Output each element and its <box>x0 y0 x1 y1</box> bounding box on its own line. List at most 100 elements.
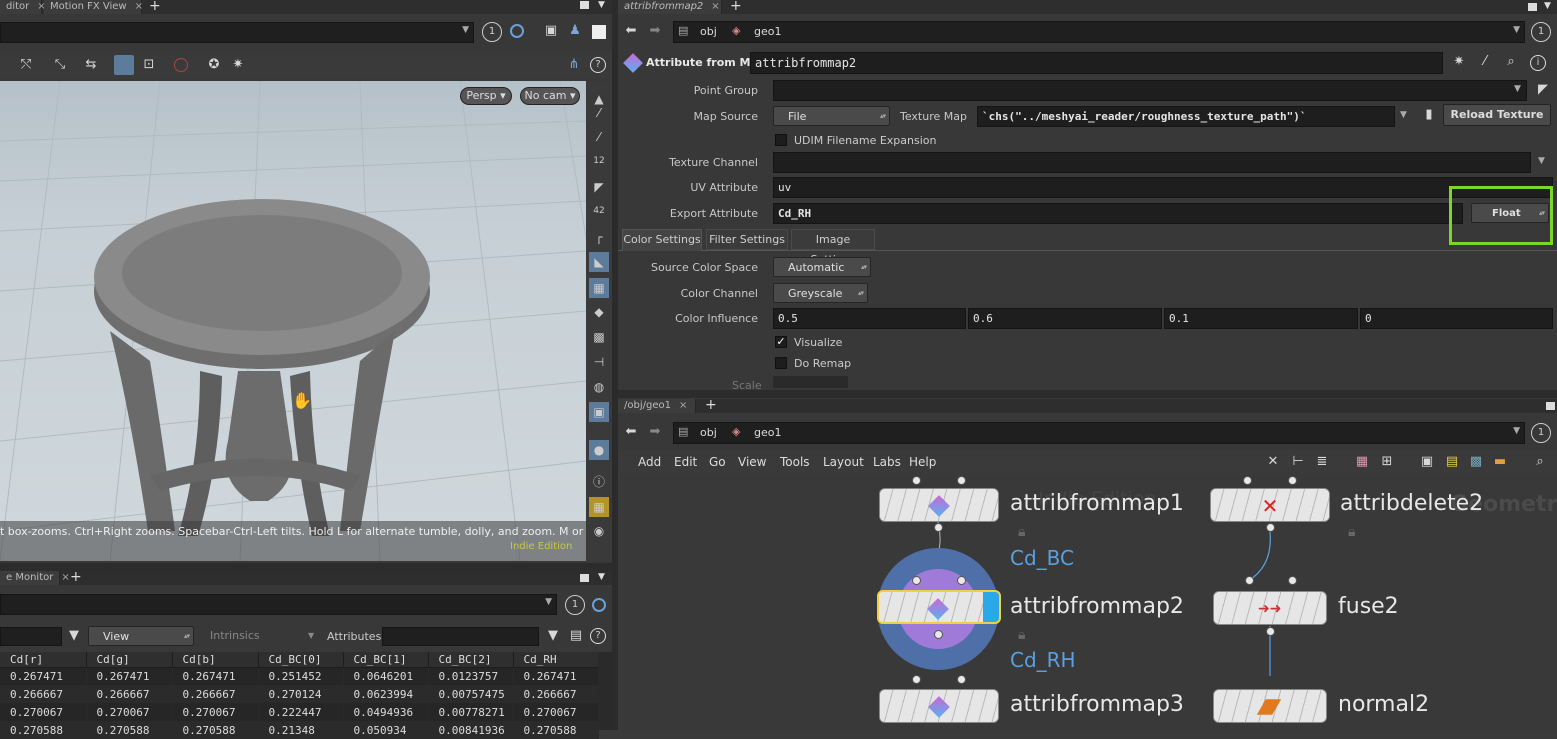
path-obj[interactable]: obj <box>700 426 717 439</box>
gear-icon[interactable]: ✷ <box>229 56 247 74</box>
close-icon[interactable]: × <box>711 1 719 12</box>
link-icon[interactable] <box>510 24 524 38</box>
maximize-icon[interactable] <box>1546 402 1555 410</box>
color-influence-field[interactable]: 0.1 <box>1164 308 1358 329</box>
spreadsheet-scrollbar[interactable] <box>598 652 612 730</box>
eye-icon[interactable]: ◉ <box>589 521 609 541</box>
group-filter-field[interactable] <box>0 627 62 646</box>
menu-edit[interactable]: Edit <box>674 455 697 469</box>
pin-number[interactable]: 1 <box>1531 423 1551 443</box>
column-header[interactable]: Cd[b] <box>172 652 259 668</box>
back-arrow-icon[interactable]: ⬅ <box>622 22 640 40</box>
texture-map-field[interactable]: `chs("../meshyai_reader/roughness_textur… <box>977 106 1395 127</box>
path-obj[interactable]: obj <box>700 25 717 38</box>
input-port[interactable] <box>912 576 921 585</box>
forward-arrow-icon[interactable]: ➡ <box>646 423 664 441</box>
3d-viewport[interactable]: Persp ▾ No cam ▾ ✋ t box-zooms. Ctrl+Rig… <box>0 81 586 561</box>
input-port[interactable] <box>957 675 966 684</box>
options-icon[interactable]: ▤ <box>568 627 584 645</box>
camera-menu[interactable]: No cam ▾ <box>520 87 580 105</box>
pin-number[interactable]: 1 <box>565 595 585 615</box>
output-port[interactable] <box>1266 627 1275 636</box>
close-icon[interactable]: × <box>61 572 69 583</box>
network-path-bar[interactable]: ▤ obj ◈ geo1 ▼ <box>673 422 1525 444</box>
table-row[interactable]: 0.266667 0.266667 0.266667 0.270124 0.062399… <box>0 685 599 703</box>
menu-help[interactable]: Help <box>909 455 936 469</box>
select-icon[interactable]: ⤲ <box>16 56 36 74</box>
layout-icon[interactable]: ⋔ <box>565 56 583 74</box>
input-port[interactable] <box>912 476 921 485</box>
color-influence-field[interactable]: 0.6 <box>968 308 1162 329</box>
measure-icon[interactable]: 42 <box>589 201 609 221</box>
chevron-down-icon[interactable]: ▼ <box>1538 156 1545 166</box>
shade-icon[interactable]: ◣ <box>589 252 609 272</box>
view-icon[interactable]: ⊡ <box>140 56 158 74</box>
menu-labs[interactable]: Labs <box>873 455 901 469</box>
tab-geometry-monitor[interactable]: e Monitor × <box>0 571 70 585</box>
bucket-icon[interactable]: ◤ <box>589 177 609 197</box>
reel-icon[interactable]: ✪ <box>205 56 223 74</box>
input-port[interactable] <box>957 476 966 485</box>
column-header[interactable]: Cd_RH <box>513 652 599 668</box>
node-attribfrommap3[interactable] <box>879 689 999 723</box>
chevron-down-icon[interactable]: ▼ <box>1400 110 1407 120</box>
input-port[interactable] <box>912 675 921 684</box>
maximize-icon[interactable] <box>580 1 589 9</box>
pane-divider[interactable] <box>618 390 1557 398</box>
udim-checkbox[interactable] <box>775 134 787 146</box>
add-tab-icon[interactable]: + <box>730 0 742 14</box>
layout-grid-icon[interactable]: ▦ <box>589 497 609 517</box>
camera-icon[interactable]: ♟ <box>566 22 584 40</box>
texture-channel-field[interactable] <box>773 152 1531 173</box>
node-normal2[interactable] <box>1213 689 1327 723</box>
arrow-select-icon[interactable]: ◤ <box>1534 81 1552 99</box>
export-attribute-field[interactable]: Cd_RH <box>773 203 1463 224</box>
tab-image-settings[interactable]: Image Settings <box>791 229 875 266</box>
input-port[interactable] <box>1288 476 1297 485</box>
forward-arrow-icon[interactable]: ➡ <box>646 22 664 40</box>
image-icon[interactable]: ▣ <box>589 402 609 422</box>
params-path-bar[interactable]: ▤ obj ◈ geo1 ▼ <box>673 21 1525 43</box>
viewer-path-field[interactable]: ▼ <box>0 22 474 43</box>
add-tab-icon[interactable]: + <box>149 0 161 14</box>
search-icon[interactable]: ⌕ <box>1531 453 1549 471</box>
background-image-icon[interactable]: ▩ <box>1467 453 1485 471</box>
palette-icon[interactable]: ▦ <box>1353 453 1371 471</box>
table-row[interactable]: 0.267471 0.267471 0.267471 0.251452 0.064620… <box>0 667 599 685</box>
node-attribfrommap1[interactable] <box>879 488 999 522</box>
close-icon[interactable]: × <box>135 1 143 12</box>
scale-field[interactable] <box>773 376 848 388</box>
help-icon[interactable]: ? <box>590 628 606 644</box>
filter-icon[interactable]: ▼ <box>544 627 562 645</box>
help-icon[interactable]: ? <box>590 57 606 73</box>
input-port[interactable] <box>1288 576 1297 585</box>
transform-icon[interactable]: ⇆ <box>81 56 101 74</box>
input-port[interactable] <box>1245 576 1254 585</box>
maximize-icon[interactable] <box>580 574 589 582</box>
spreadsheet-path-field[interactable]: ▼ <box>0 594 557 615</box>
source-color-space-menu[interactable]: Automatic <box>773 257 871 277</box>
network-editor[interactable]: Indie Edition Geometry attribfrommap1 🔒︎… <box>618 476 1557 730</box>
pane-menu-icon[interactable]: ▼ <box>598 572 605 582</box>
link-icon[interactable] <box>592 598 606 612</box>
path-geo1[interactable]: geo1 <box>754 426 781 439</box>
point-group-field[interactable] <box>773 80 1527 101</box>
map-source-menu[interactable]: File <box>773 106 890 126</box>
display-flag[interactable] <box>983 592 999 622</box>
maximize-icon[interactable] <box>1528 3 1537 11</box>
add-tab-icon[interactable]: + <box>705 397 717 413</box>
table-row[interactable]: 0.270588 0.270588 0.270588 0.21348 0.050934 0… <box>0 721 599 739</box>
image-icon[interactable]: ▣ <box>1418 453 1436 471</box>
input-port[interactable] <box>957 576 966 585</box>
tab-obj-geo1[interactable]: /obj/geo1 × <box>618 399 696 413</box>
move-icon[interactable]: ⤡ <box>50 56 70 74</box>
back-arrow-icon[interactable]: ⬅ <box>622 423 640 441</box>
close-icon[interactable]: × <box>679 400 687 411</box>
cube-icon[interactable]: ▣ <box>542 22 560 40</box>
table-row[interactable]: 0.270067 0.270067 0.270067 0.222447 0.049493… <box>0 703 599 721</box>
pin-number[interactable]: 1 <box>482 22 502 42</box>
diamond-icon[interactable]: ◆ <box>589 302 609 322</box>
pin-icon[interactable]: ● <box>589 440 609 460</box>
brush-icon[interactable]: ⁄ <box>1476 53 1494 71</box>
circle-icon[interactable]: ◍ <box>589 377 609 397</box>
